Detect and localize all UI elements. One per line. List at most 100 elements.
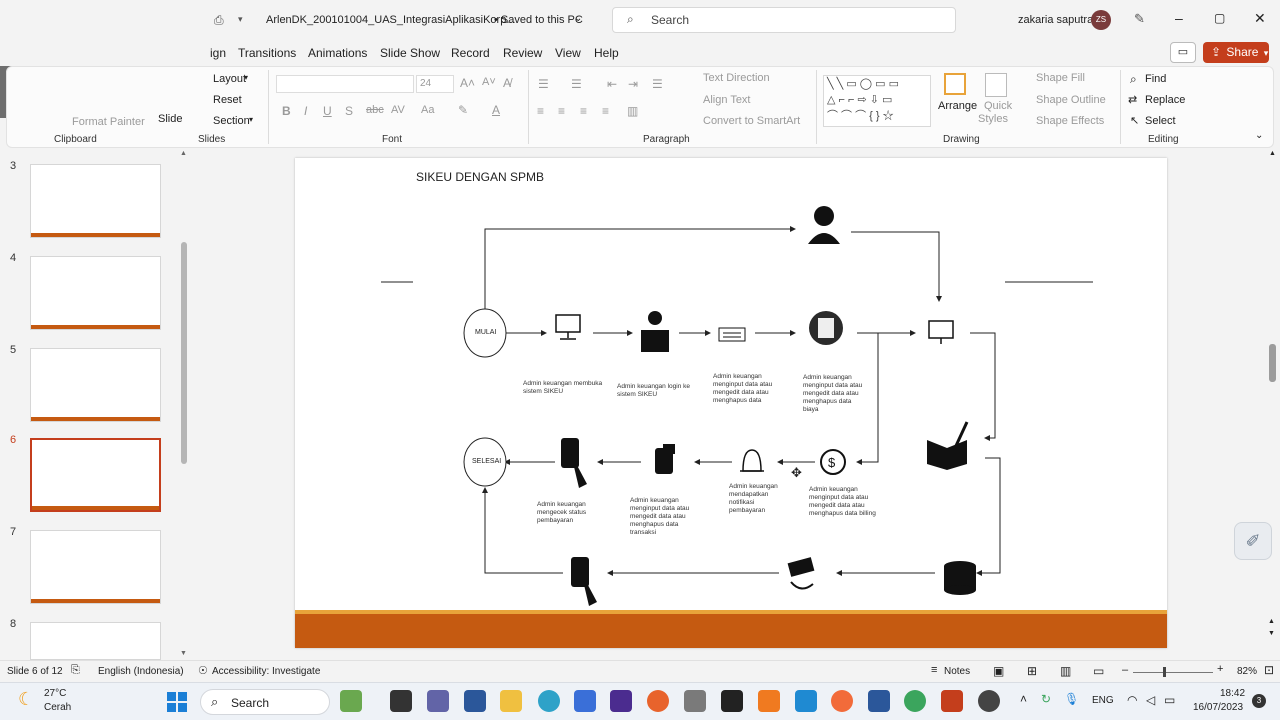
- lang-indicator[interactable]: ENG: [1092, 695, 1114, 706]
- slide-button[interactable]: Slide: [158, 113, 182, 125]
- arrange-button[interactable]: Arrange: [938, 100, 977, 112]
- language-status[interactable]: English (Indonesia): [98, 666, 184, 677]
- prev-slide-icon[interactable]: ▲: [1268, 618, 1275, 625]
- font-name-combo[interactable]: [276, 75, 414, 93]
- align-left-icon[interactable]: ≡: [537, 104, 544, 118]
- user-name[interactable]: zakaria saputra: [1018, 14, 1093, 26]
- tab-transitions[interactable]: Transitions: [238, 46, 296, 60]
- clock-time[interactable]: 18:42: [1220, 688, 1245, 699]
- search-box[interactable]: ⌕ Search: [612, 7, 956, 33]
- slide-canvas[interactable]: SIKEU DENGAN SPMB $ MULAI SELESAI Admin …: [295, 158, 1167, 648]
- zoom-in-icon[interactable]: +: [1217, 663, 1223, 675]
- arrange-icon[interactable]: [944, 73, 966, 95]
- word-icon[interactable]: [868, 690, 890, 712]
- slide-thumbnail-3[interactable]: [30, 164, 161, 238]
- slide-sorter-icon[interactable]: ⊞: [1027, 664, 1037, 678]
- avatar[interactable]: ZS: [1091, 10, 1111, 30]
- layout-button[interactable]: Layout: [213, 73, 246, 85]
- firefox-icon[interactable]: [647, 690, 669, 712]
- shape-outline-button[interactable]: Shape Outline: [1036, 94, 1106, 106]
- quick-styles-label[interactable]: Quick: [984, 100, 1012, 112]
- copilot-button[interactable]: ✐: [1234, 522, 1272, 560]
- bullets-icon[interactable]: ☰: [538, 77, 549, 91]
- tab-slide-show[interactable]: Slide Show: [380, 46, 440, 60]
- zoom-slider[interactable]: [1133, 672, 1213, 673]
- thumb-scrollbar[interactable]: [181, 242, 187, 464]
- mic-icon[interactable]: 🎙: [1064, 692, 1079, 706]
- scroll-up-icon[interactable]: ▲: [180, 150, 187, 157]
- tray-app-icon[interactable]: ↻: [1041, 692, 1051, 706]
- italic-icon[interactable]: I: [304, 104, 307, 118]
- battery-icon[interactable]: ▭: [1164, 693, 1175, 707]
- slide-thumbnail-6[interactable]: [30, 438, 161, 512]
- tab-design[interactable]: ign: [210, 46, 226, 60]
- step-label-5[interactable]: Admin keuangan mengecek status pembayara…: [537, 501, 593, 525]
- replace-button[interactable]: Replace: [1145, 94, 1185, 106]
- text-direction-button[interactable]: Text Direction: [703, 72, 770, 84]
- save-status-chevron-icon[interactable]: ⌄: [574, 13, 582, 24]
- tab-view[interactable]: View: [555, 46, 581, 60]
- app-icon[interactable]: [978, 690, 1000, 712]
- maximize-icon[interactable]: ▢: [1214, 11, 1225, 25]
- save-status[interactable]: • Saved to this PC: [494, 14, 583, 26]
- chrome-icon[interactable]: [904, 690, 926, 712]
- line-spacing-icon[interactable]: ☰: [652, 77, 663, 91]
- shapes-gallery[interactable]: ╲ ╲ ▭ ◯ ▭ ▭ △ ⌐ ⌐ ⇨ ⇩ ▭ ⌒ ⌒ ⌒ { } ☆: [823, 75, 931, 127]
- reset-button[interactable]: Reset: [213, 94, 242, 106]
- align-text-button[interactable]: Align Text: [703, 94, 751, 106]
- spellcheck-icon[interactable]: ⎘: [71, 664, 80, 677]
- scroll-up-icon[interactable]: ▲: [1269, 150, 1276, 157]
- step-label-6[interactable]: Admin keuangan menginput data atau menge…: [630, 497, 692, 537]
- shrink-font-icon[interactable]: A˅: [482, 76, 496, 88]
- tray-chevron-icon[interactable]: ˄: [1020, 692, 1027, 706]
- find-button[interactable]: Find: [1145, 73, 1166, 85]
- store-icon[interactable]: [574, 690, 596, 712]
- step-label-4[interactable]: Admin keuangan menginput data atau menge…: [803, 374, 865, 414]
- weather-desc[interactable]: Cerah: [44, 702, 71, 713]
- start-button[interactable]: [167, 692, 187, 712]
- notification-badge[interactable]: 3: [1252, 694, 1266, 708]
- close-icon[interactable]: ✕: [1254, 10, 1266, 27]
- slide-thumbnail-8[interactable]: [30, 622, 161, 660]
- taskbar-search[interactable]: ⌕ Search: [200, 689, 330, 715]
- tab-animations[interactable]: Animations: [308, 46, 367, 60]
- normal-view-icon[interactable]: ▣: [993, 664, 1004, 678]
- tab-record[interactable]: Record: [451, 46, 490, 60]
- vscode-icon[interactable]: [795, 690, 817, 712]
- volume-icon[interactable]: ◁: [1146, 693, 1155, 707]
- terminal-icon[interactable]: [721, 690, 743, 712]
- xampp-icon[interactable]: [758, 690, 780, 712]
- app-icon[interactable]: [610, 690, 632, 712]
- folder-icon[interactable]: [500, 690, 522, 712]
- format-painter-button[interactable]: Format Painter: [72, 116, 145, 128]
- strikethrough-icon[interactable]: abc: [366, 104, 384, 116]
- highlight-icon[interactable]: ✎: [458, 103, 468, 117]
- scroll-down-icon[interactable]: ▼: [180, 650, 187, 657]
- tab-review[interactable]: Review: [503, 46, 542, 60]
- decrease-indent-icon[interactable]: ⇤: [607, 77, 617, 91]
- camera-icon[interactable]: [684, 690, 706, 712]
- file-explorer-icon[interactable]: [390, 690, 412, 712]
- slide-thumbnail-5[interactable]: [30, 348, 161, 422]
- step-label-2[interactable]: Admin keuangan login ke sistem SIKEU: [617, 383, 692, 399]
- pen-icon[interactable]: ✎: [1134, 11, 1145, 27]
- convert-smartart-button[interactable]: Convert to SmartArt: [703, 115, 800, 127]
- grow-font-icon[interactable]: A˄: [460, 76, 475, 90]
- font-color-icon[interactable]: A: [492, 103, 500, 117]
- step-label-3[interactable]: Admin keuangan menginput data atau menge…: [713, 373, 775, 405]
- section-button[interactable]: Section: [213, 115, 250, 127]
- quick-styles-label-2[interactable]: Styles: [978, 113, 1008, 125]
- slide-thumbnail-7[interactable]: [30, 530, 161, 604]
- reading-view-icon[interactable]: ▥: [1060, 664, 1071, 678]
- underline-icon[interactable]: U: [323, 104, 332, 118]
- app-icon[interactable]: [464, 690, 486, 712]
- end-node-label[interactable]: SELESAI: [472, 458, 501, 465]
- powerpoint-taskbar-icon[interactable]: [941, 690, 963, 712]
- shadow-icon[interactable]: S: [345, 104, 353, 118]
- start-node-label[interactable]: MULAI: [475, 329, 496, 336]
- wifi-icon[interactable]: ◠: [1127, 693, 1137, 707]
- increase-indent-icon[interactable]: ⇥: [628, 77, 638, 91]
- zoom-out-icon[interactable]: –: [1122, 664, 1128, 676]
- clock-date[interactable]: 16/07/2023: [1193, 702, 1243, 713]
- next-slide-icon[interactable]: ▼: [1268, 630, 1275, 637]
